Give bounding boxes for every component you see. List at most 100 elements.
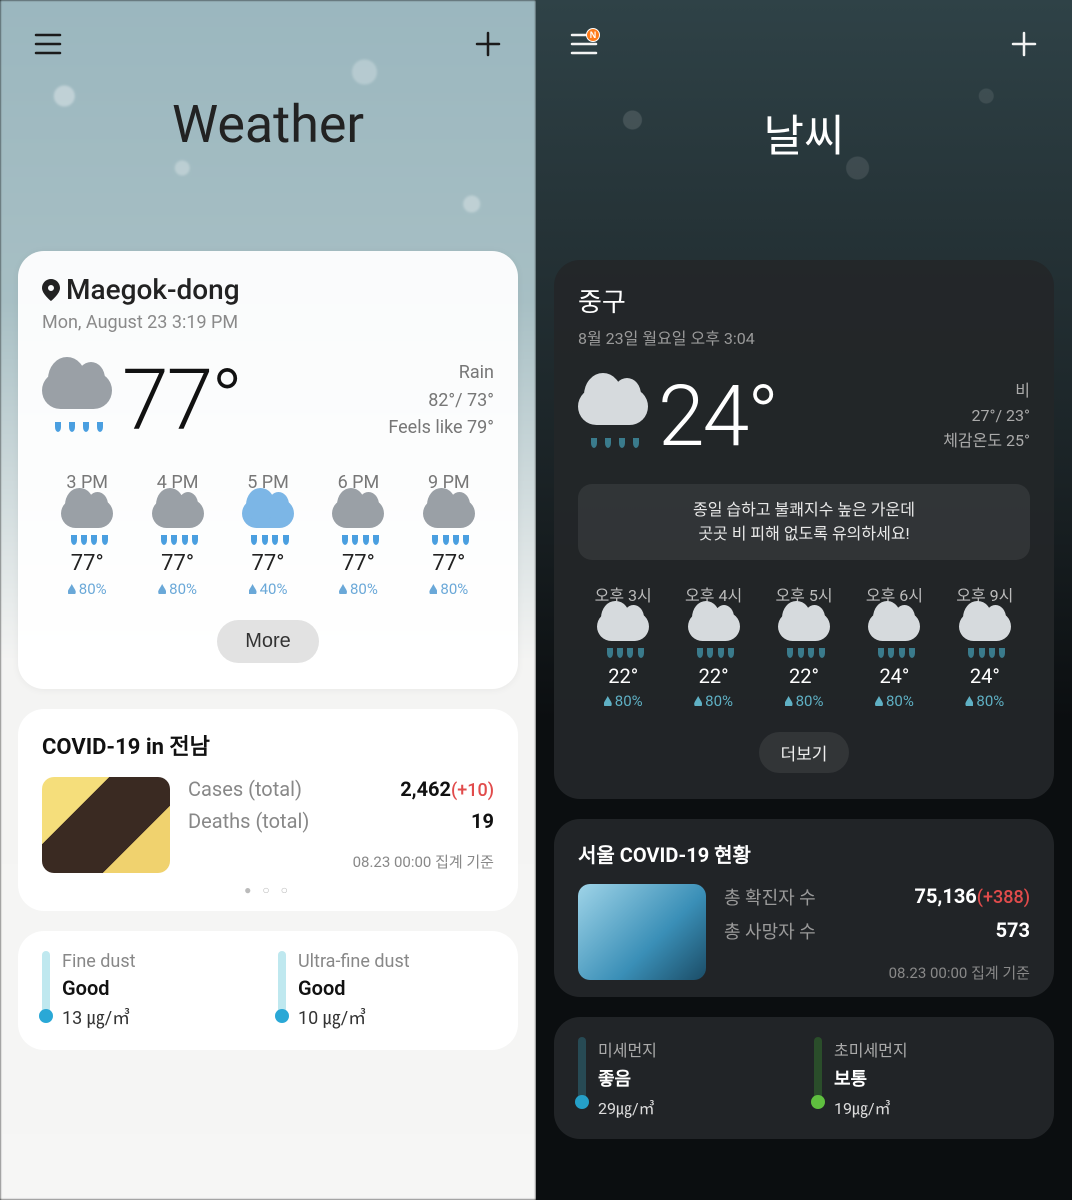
current-right: 비 27°/ 23° 체감온도 25° xyxy=(943,379,1030,453)
rain-cloud-icon xyxy=(423,499,475,545)
covid-card[interactable]: 서울 COVID-19 현황 총 확진자 수75,136(+388) 총 사망자… xyxy=(554,819,1054,997)
hour-col: 오후 3시22°80% xyxy=(578,582,668,710)
more-button[interactable]: 더보기 xyxy=(759,732,850,773)
cases-value: 75,136 xyxy=(914,884,976,908)
covid-timestamp: 08.23 00:00 집계 기준 xyxy=(188,851,494,872)
drop-icon xyxy=(694,696,702,706)
current-temp: 24° xyxy=(658,367,777,466)
drop-icon xyxy=(68,584,76,594)
air-quality-card[interactable]: 미세먼지 좋음 29㎍/㎥ 초미세먼지 보통 19㎍/㎥ xyxy=(554,1017,1054,1139)
menu-icon xyxy=(34,33,62,55)
covid-timestamp: 08.23 00:00 집계 기준 xyxy=(724,962,1030,983)
drop-icon xyxy=(249,584,257,594)
rain-cloud-icon xyxy=(688,612,740,658)
location-name: 중구 xyxy=(578,282,626,319)
air-quality-card[interactable]: Fine dust Good 13 ㎍/㎥ Ultra-fine dust Go… xyxy=(18,931,518,1050)
current-weather-card[interactable]: 중구 8월 23일 월요일 오후 3:04 24° 비 27°/ 23° 체감온… xyxy=(554,260,1054,799)
top-bar xyxy=(0,0,536,64)
rain-cloud-icon xyxy=(61,499,113,545)
feels-like: Feels like 79° xyxy=(388,414,494,442)
rain-cloud-icon xyxy=(152,499,204,545)
rain-cloud-icon xyxy=(578,388,648,448)
fine-dust-block: 미세먼지 좋음 29㎍/㎥ xyxy=(578,1037,794,1119)
plus-icon xyxy=(475,31,501,57)
plus-icon xyxy=(1011,31,1037,57)
current-row: 24° 비 27°/ 23° 체감온도 25° xyxy=(578,367,1030,466)
pm25-status: Good xyxy=(298,976,410,1000)
hour-col: 오후 9시24°80% xyxy=(940,582,1030,710)
rain-cloud-icon xyxy=(242,499,294,545)
pm10-label: Fine dust xyxy=(62,951,136,972)
covid-image xyxy=(42,777,170,873)
menu-button[interactable]: N xyxy=(564,24,604,64)
cases-value: 2,462 xyxy=(400,777,451,801)
feels-like: 체감온도 25° xyxy=(943,429,1030,454)
location-row: 중구 xyxy=(578,282,1030,319)
pm10-status: Good xyxy=(62,976,136,1000)
cases-delta: (+388) xyxy=(977,887,1030,908)
deaths-label: Deaths (total) xyxy=(188,809,309,833)
hourly-forecast[interactable]: 3 PM77°80% 4 PM77°80% 5 PM77°40% 6 PM77°… xyxy=(42,472,494,598)
phone-dark: N 날씨 중구 8월 23일 월요일 오후 3:04 24° 비 27°/ 23… xyxy=(536,0,1072,1200)
rain-cloud-icon xyxy=(42,372,112,432)
rain-cloud-icon xyxy=(778,612,830,658)
app-title: Weather xyxy=(0,94,536,155)
add-button[interactable] xyxy=(1004,24,1044,64)
drop-icon xyxy=(339,584,347,594)
hour-col: 9 PM77°80% xyxy=(404,472,494,598)
covid-title: COVID-19 in 전남 xyxy=(42,729,494,761)
hour-col: 오후 6시24°80% xyxy=(849,582,939,710)
current-right: Rain 82°/ 73° Feels like 79° xyxy=(388,359,494,443)
cases-delta: (+10) xyxy=(451,780,494,801)
current-weather-card[interactable]: Maegok-dong Mon, August 23 3:19 PM 77° R… xyxy=(18,251,518,689)
pm10-label: 미세먼지 xyxy=(598,1037,657,1061)
pm25-status: 보통 xyxy=(834,1065,908,1091)
app-title: 날씨 xyxy=(536,100,1072,164)
current-row: 77° Rain 82°/ 73° Feels like 79° xyxy=(42,351,494,450)
hour-col: 6 PM77°80% xyxy=(313,472,403,598)
high-low: 82°/ 73° xyxy=(388,387,494,415)
hour-col: 오후 5시22°80% xyxy=(759,582,849,710)
location-row: Maegok-dong xyxy=(42,273,494,306)
phone-light: Weather Maegok-dong Mon, August 23 3:19 … xyxy=(0,0,536,1200)
fine-dust-block: Fine dust Good 13 ㎍/㎥ xyxy=(42,951,258,1030)
drop-icon xyxy=(604,696,612,706)
covid-image xyxy=(578,884,706,980)
deaths-value: 573 xyxy=(996,918,1030,944)
timestamp: 8월 23일 월요일 오후 3:04 xyxy=(578,325,1030,349)
drop-icon xyxy=(429,584,437,594)
drop-icon xyxy=(158,584,166,594)
hour-col: 3 PM77°80% xyxy=(42,472,132,598)
deaths-label: 총 사망자 수 xyxy=(724,918,816,944)
pm10-status: 좋음 xyxy=(598,1065,657,1091)
hour-col: 5 PM77°40% xyxy=(223,472,313,598)
cases-label: 총 확진자 수 xyxy=(724,884,816,910)
current-left: 77° xyxy=(42,351,241,450)
hourly-forecast[interactable]: 오후 3시22°80% 오후 4시22°80% 오후 5시22°80% 오후 6… xyxy=(578,582,1030,710)
ultrafine-dust-block: 초미세먼지 보통 19㎍/㎥ xyxy=(814,1037,1030,1119)
deaths-value: 19 xyxy=(471,809,494,833)
more-button[interactable]: More xyxy=(217,620,319,663)
pm25-value: 10 ㎍/㎥ xyxy=(298,1004,410,1030)
rain-cloud-icon xyxy=(959,612,1011,658)
add-button[interactable] xyxy=(468,24,508,64)
cases-label: Cases (total) xyxy=(188,777,302,801)
hour-col: 오후 4시22°80% xyxy=(668,582,758,710)
current-left: 24° xyxy=(578,367,777,466)
pm25-value: 19㎍/㎥ xyxy=(834,1095,908,1119)
current-temp: 77° xyxy=(122,351,241,450)
rain-cloud-icon xyxy=(332,499,384,545)
covid-card[interactable]: COVID-19 in 전남 Cases (total) 2,462(+10) D… xyxy=(18,709,518,911)
rain-cloud-icon xyxy=(597,612,649,658)
condition: Rain xyxy=(388,359,494,387)
drop-icon xyxy=(785,696,793,706)
page-dots[interactable]: ● ○ ○ xyxy=(42,883,494,897)
menu-button[interactable] xyxy=(28,24,68,64)
drop-icon xyxy=(875,696,883,706)
rain-cloud-icon xyxy=(868,612,920,658)
condition: 비 xyxy=(943,379,1030,404)
pm10-value: 29㎍/㎥ xyxy=(598,1095,657,1119)
advisory-banner: 종일 습하고 불쾌지수 높은 가운데 곳곳 비 피해 없도록 유의하세요! xyxy=(578,484,1030,560)
ultrafine-dust-block: Ultra-fine dust Good 10 ㎍/㎥ xyxy=(278,951,494,1030)
pm25-label: Ultra-fine dust xyxy=(298,951,410,972)
